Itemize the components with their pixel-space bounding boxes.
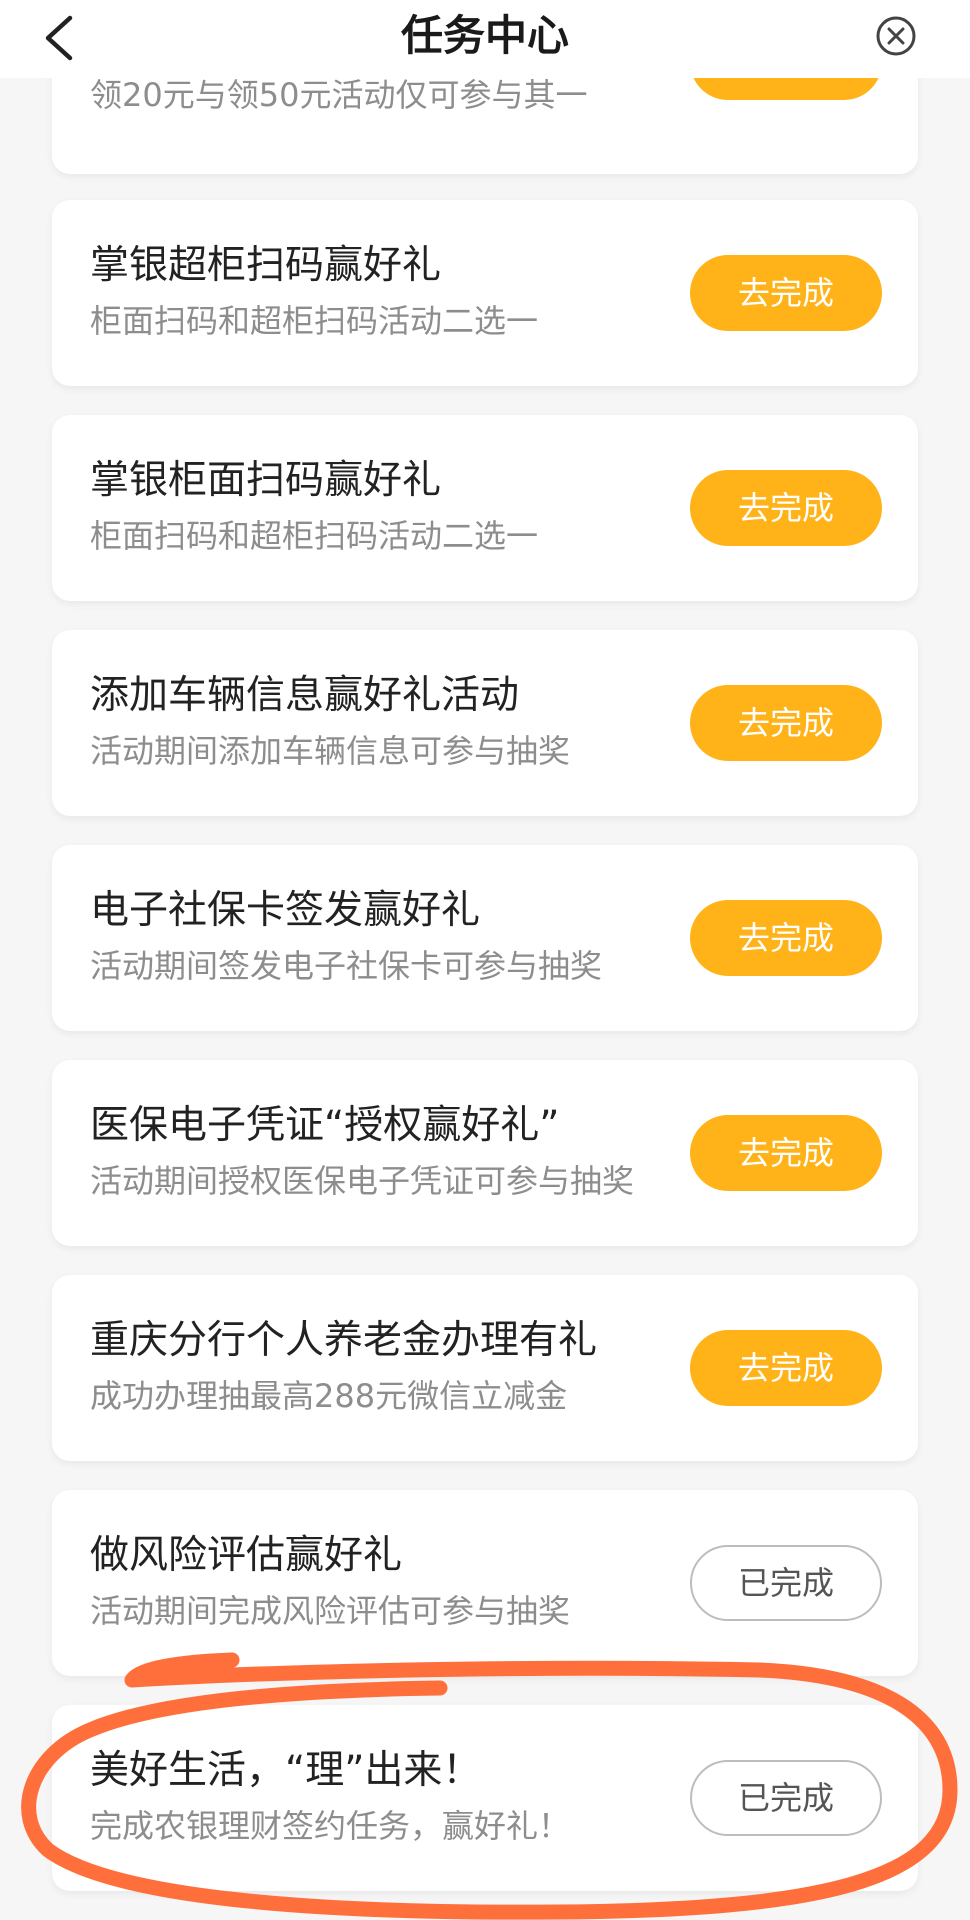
task-card-5: 医保电子凭证“授权赢好礼” 活动期间授权医保电子凭证可参与抽奖 去完成 — [52, 1060, 918, 1246]
close-button[interactable] — [874, 14, 918, 58]
task-go-button[interactable]: 去完成 — [690, 1330, 882, 1406]
task-subtitle: 领20元与领50元活动仅可参与其一 — [90, 76, 588, 114]
top-nav-bar: 任务中心 — [0, 0, 970, 78]
task-subtitle: 活动期间添加车辆信息可参与抽奖 — [90, 732, 571, 770]
task-subtitle: 完成农银理财签约任务，赢好礼！ — [90, 1807, 571, 1845]
task-title: 掌银柜面扫码赢好礼 — [90, 458, 442, 503]
task-card-3: 添加车辆信息赢好礼活动 活动期间添加车辆信息可参与抽奖 去完成 — [52, 630, 918, 816]
close-circle-icon — [876, 16, 916, 56]
task-subtitle: 成功办理抽最高288元微信立减金 — [90, 1377, 568, 1415]
task-title: 添加车辆信息赢好礼活动 — [90, 673, 520, 718]
task-completed-button[interactable]: 已完成 — [690, 1545, 882, 1621]
task-title: 医保电子凭证“授权赢好礼” — [90, 1103, 560, 1148]
task-go-button[interactable]: 去完成 — [690, 470, 882, 546]
task-card-8: 美好生活，“理”出来！ 完成农银理财签约任务，赢好礼！ 已完成 — [52, 1705, 918, 1891]
task-subtitle: 活动期间授权医保电子凭证可参与抽奖 — [90, 1162, 635, 1200]
task-card-4: 电子社保卡签发赢好礼 活动期间签发电子社保卡可参与抽奖 去完成 — [52, 845, 918, 1031]
task-card-7: 做风险评估赢好礼 活动期间完成风险评估可参与抽奖 已完成 — [52, 1490, 918, 1676]
task-subtitle: 柜面扫码和超柜扫码活动二选一 — [90, 517, 539, 555]
task-title: 掌银超柜扫码赢好礼 — [90, 243, 442, 288]
task-completed-button[interactable]: 已完成 — [690, 1760, 882, 1836]
task-card-2: 掌银柜面扫码赢好礼 柜面扫码和超柜扫码活动二选一 去完成 — [52, 415, 918, 601]
task-go-button[interactable]: 去完成 — [690, 255, 882, 331]
task-go-button[interactable]: 去完成 — [690, 1115, 882, 1191]
task-subtitle: 活动期间签发电子社保卡可参与抽奖 — [90, 947, 603, 985]
page-title: 任务中心 — [400, 11, 569, 60]
task-go-button[interactable]: 去完成 — [690, 685, 882, 761]
task-go-button[interactable]: 去完成 — [690, 900, 882, 976]
task-card-6: 重庆分行个人养老金办理有礼 成功办理抽最高288元微信立减金 去完成 — [52, 1275, 918, 1461]
task-title: 重庆分行个人养老金办理有礼 — [90, 1318, 598, 1363]
task-title: 做风险评估赢好礼 — [90, 1533, 403, 1578]
task-title: 电子社保卡签发赢好礼 — [90, 888, 481, 933]
task-card-1: 掌银超柜扫码赢好礼 柜面扫码和超柜扫码活动二选一 去完成 — [52, 200, 918, 386]
task-title: 美好生活，“理”出来！ — [90, 1748, 482, 1793]
task-subtitle: 柜面扫码和超柜扫码活动二选一 — [90, 302, 539, 340]
task-subtitle: 活动期间完成风险评估可参与抽奖 — [90, 1592, 571, 1630]
